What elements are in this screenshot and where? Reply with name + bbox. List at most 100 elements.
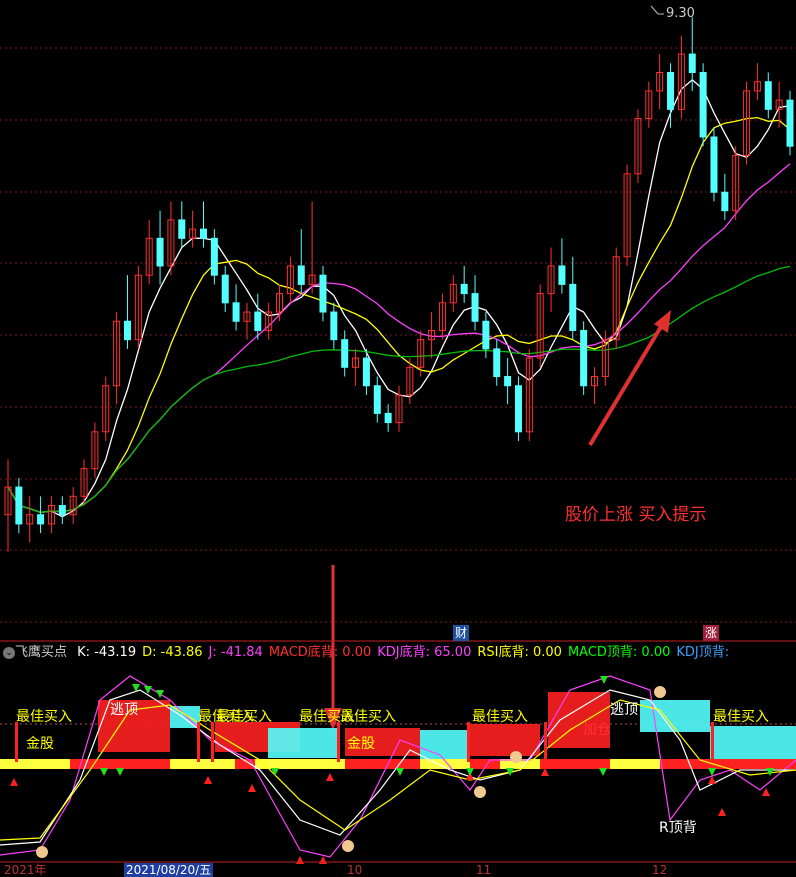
sell-arrow-icon (156, 690, 164, 698)
buy-signal-stick (211, 722, 214, 762)
hand-pointer-icon (510, 751, 522, 763)
signal-best-buy-7: 最佳买入 (713, 709, 769, 725)
sell-arrow-icon (100, 768, 108, 776)
limit-up-badge[interactable]: 涨 (703, 625, 720, 641)
candle-body (123, 320, 131, 341)
candle-body (514, 385, 522, 433)
candle-body (178, 219, 186, 239)
signal-band (640, 700, 710, 732)
sell-arrow-icon (116, 768, 124, 776)
signal-band (710, 726, 796, 762)
candle-body (221, 274, 229, 304)
buy-arrow-icon (762, 788, 770, 796)
candle-body (373, 385, 381, 414)
candle-body (37, 514, 45, 525)
candle-body (482, 320, 490, 350)
time-label-year: 2021年 (4, 863, 47, 877)
stock-chart[interactable] (0, 0, 796, 877)
signal-escape-top-1: 逃顶 (110, 702, 138, 718)
ma10-line (7, 116, 791, 514)
time-label-nov: 11 (476, 863, 492, 877)
sell-arrow-icon (396, 768, 404, 776)
candle-body (493, 348, 501, 378)
buy-signal-stick (467, 722, 470, 762)
candle-body (504, 376, 512, 387)
buy-arrow-icon (248, 784, 256, 792)
time-label-oct: 10 (347, 863, 363, 877)
candle-body (764, 81, 772, 110)
trend-bar-segment (610, 759, 660, 769)
moving-average-lines (7, 79, 791, 518)
trend-bar-segment (255, 759, 345, 769)
indicator-field: KDJ底背: 65.00 (377, 645, 472, 660)
candle-body (699, 71, 707, 138)
sell-arrow-icon (466, 768, 474, 776)
signal-best-buy-6: 最佳买入 (472, 709, 528, 725)
indicator-info-bar: ⌄ 飞鹰买点 K: -43.19 D: -43.86 J: -41.84 MACD底背:… (0, 643, 796, 663)
candle-body (200, 228, 207, 239)
hand-pointer-icon (654, 686, 666, 698)
candle-body (330, 311, 338, 341)
buy-hint-annotation: 股价上涨 买入提示 (565, 505, 707, 525)
candle-body (710, 136, 718, 193)
buy-signal-stick (15, 722, 18, 762)
candle-body (341, 339, 349, 368)
signal-add-position: 加仓 (583, 722, 611, 738)
signal-escape-top-2: 逃顶 (610, 702, 638, 718)
ma5-line (7, 79, 791, 518)
sell-arrow-icon (599, 768, 607, 776)
finance-badge[interactable]: 财 (453, 625, 470, 641)
candlestick-series (4, 17, 794, 552)
buy-signal-stick (337, 722, 340, 762)
indicator-field: KDJ顶背: (676, 645, 730, 660)
candle-body (232, 302, 240, 322)
signal-golden-stock-1: 金股 (26, 736, 54, 752)
candle-body (384, 412, 392, 424)
candle-body (460, 283, 468, 295)
candle-body (254, 311, 262, 331)
signal-band (420, 730, 470, 762)
buy-arrow-icon (718, 808, 726, 816)
indicator-field: D: -43.86 (142, 645, 203, 660)
candle-body (58, 505, 66, 516)
buy-arrow-icon (204, 776, 212, 784)
indicator-field: J: -41.84 (208, 645, 263, 660)
buy-arrow-icon (541, 768, 549, 776)
candle-body (156, 237, 164, 267)
signal-golden-stock-2: 金股 (347, 736, 375, 752)
signal-band (268, 728, 340, 758)
indicator-field: MACD底背: 0.00 (268, 645, 372, 660)
candle-body (580, 329, 588, 387)
buy-arrow-icon (326, 773, 334, 781)
buy-arrow-icon (10, 778, 18, 786)
candle-body (210, 237, 218, 276)
candle-body (667, 71, 675, 110)
sell-arrow-icon (600, 676, 608, 684)
indicator-name[interactable]: 飞鹰买点 (15, 645, 67, 660)
buy-signal-stick (197, 722, 200, 762)
signal-best-buy-5: 最佳买入 (340, 709, 396, 725)
indicator-field: RSI底背: 0.00 (477, 645, 562, 660)
time-label-cursor-date[interactable]: 2021/08/20/五 (124, 863, 214, 877)
chevron-down-icon[interactable]: ⌄ (3, 646, 15, 659)
signal-r-top: R顶背 (659, 820, 697, 836)
signal-best-buy-1: 最佳买入 (16, 709, 72, 725)
trend-bar-segment (0, 759, 70, 769)
time-axis: 2021年 2021/08/20/五 10 11 12 (0, 863, 796, 877)
candle-body (297, 265, 305, 285)
candle-body (569, 283, 577, 331)
candle-body (362, 357, 370, 387)
annotation-arrow (588, 310, 671, 447)
trend-bar-segment (170, 759, 235, 769)
candle-body (319, 274, 327, 313)
candle-body (15, 486, 23, 525)
trend-bar (0, 759, 796, 769)
candle-body (786, 99, 794, 147)
time-label-dec: 12 (652, 863, 668, 877)
buy-signal-stick (544, 722, 547, 762)
high-price-label: 9.30 (666, 6, 695, 21)
signal-best-buy-3: 最佳买入 (216, 709, 272, 725)
hand-pointer-icon (474, 786, 486, 798)
hand-pointer-icon (342, 840, 354, 852)
hand-pointer-icon (36, 846, 48, 858)
